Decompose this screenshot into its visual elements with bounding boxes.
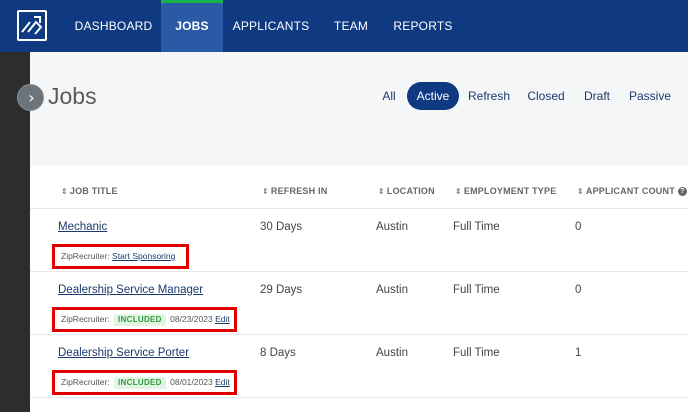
chevron-right-icon: › bbox=[28, 88, 35, 107]
refresh-in-cell: 29 Days bbox=[260, 284, 303, 296]
column-header-job-title[interactable]: ⇕ JOB TITLE bbox=[61, 186, 118, 196]
sort-icon: ⇕ bbox=[455, 187, 462, 196]
column-header-refresh-in[interactable]: ⇕ REFRESH IN bbox=[262, 186, 327, 196]
top-navigation-bar: DASHBOARD JOBS APPLICANTS TEAM REPORTS bbox=[0, 0, 688, 52]
employment-type-cell: Full Time bbox=[453, 284, 500, 296]
edit-link[interactable]: Edit bbox=[215, 314, 230, 324]
filter-refresh[interactable]: Refresh bbox=[465, 82, 513, 110]
sort-icon: ⇕ bbox=[577, 187, 584, 196]
applicant-count-cell: 0 bbox=[575, 284, 582, 296]
employment-type-cell: Full Time bbox=[453, 221, 500, 233]
page-title: Jobs bbox=[48, 83, 97, 109]
location-cell: Austin bbox=[376, 284, 408, 296]
sponsor-date: 08/23/2023 bbox=[170, 314, 213, 324]
column-header-applicant-count[interactable]: ⇕ APPLICANT COUNT? bbox=[577, 186, 687, 196]
refresh-in-cell: 8 Days bbox=[260, 347, 296, 359]
nav-dashboard[interactable]: DASHBOARD bbox=[67, 0, 160, 52]
location-cell: Austin bbox=[376, 221, 408, 233]
sidebar-expand-button[interactable]: › bbox=[17, 84, 44, 111]
applicant-count-cell: 0 bbox=[575, 221, 582, 233]
ziprecruiter-label: ZipRecruiter: bbox=[61, 314, 110, 324]
filter-active[interactable]: Active bbox=[407, 82, 459, 110]
job-title-link[interactable]: Dealership Service Manager bbox=[58, 284, 203, 296]
refresh-in-cell: 30 Days bbox=[260, 221, 303, 233]
brand-logo-icon[interactable] bbox=[17, 10, 47, 41]
employment-type-cell: Full Time bbox=[453, 347, 500, 359]
sort-icon: ⇕ bbox=[262, 187, 269, 196]
column-header-employment-type[interactable]: ⇕ EMPLOYMENT TYPE bbox=[455, 186, 556, 196]
table-row: Mechanic 30 Days Austin Full Time 0 ZipR… bbox=[30, 209, 688, 272]
main-content: Jobs All Active Refresh Closed Draft Pas… bbox=[30, 52, 688, 412]
nav-reports[interactable]: REPORTS bbox=[391, 0, 455, 52]
ziprecruiter-status: ZipRecruiter: INCLUDED 08/01/2023 Edit bbox=[52, 370, 237, 395]
filter-all[interactable]: All bbox=[374, 82, 404, 110]
location-cell: Austin bbox=[376, 347, 408, 359]
nav-team[interactable]: TEAM bbox=[326, 0, 376, 52]
table-row: Dealership Service Porter 8 Days Austin … bbox=[30, 335, 688, 398]
job-title-link[interactable]: Dealership Service Porter bbox=[58, 347, 189, 359]
help-icon[interactable]: ? bbox=[677, 187, 687, 196]
sort-icon: ⇕ bbox=[378, 187, 385, 196]
ziprecruiter-label: ZipRecruiter: bbox=[61, 377, 110, 387]
included-badge: INCLUDED bbox=[114, 314, 166, 326]
jobs-table: ⇕ JOB TITLE ⇕ REFRESH IN ⇕ LOCATION ⇕ EMPLOY… bbox=[30, 166, 688, 412]
included-badge: INCLUDED bbox=[114, 377, 166, 389]
ziprecruiter-status: ZipRecruiter: Start Sponsoring bbox=[52, 244, 189, 269]
ziprecruiter-label: ZipRecruiter: bbox=[61, 251, 110, 261]
sort-icon: ⇕ bbox=[61, 187, 68, 196]
edit-link[interactable]: Edit bbox=[215, 377, 230, 387]
start-sponsoring-link[interactable]: Start Sponsoring bbox=[112, 251, 175, 261]
sponsor-date: 08/01/2023 bbox=[170, 377, 213, 387]
column-header-location[interactable]: ⇕ LOCATION bbox=[378, 186, 435, 196]
ziprecruiter-status: ZipRecruiter: INCLUDED 08/23/2023 Edit bbox=[52, 307, 237, 332]
applicant-count-cell: 1 bbox=[575, 347, 582, 359]
nav-jobs[interactable]: JOBS bbox=[161, 0, 223, 52]
filter-passive[interactable]: Passive bbox=[628, 82, 672, 110]
job-title-link[interactable]: Mechanic bbox=[58, 221, 107, 233]
table-row: Dealership Service Manager 29 Days Austi… bbox=[30, 272, 688, 335]
filter-draft[interactable]: Draft bbox=[579, 82, 615, 110]
filter-closed[interactable]: Closed bbox=[525, 82, 567, 110]
nav-applicants[interactable]: APPLICANTS bbox=[226, 0, 316, 52]
